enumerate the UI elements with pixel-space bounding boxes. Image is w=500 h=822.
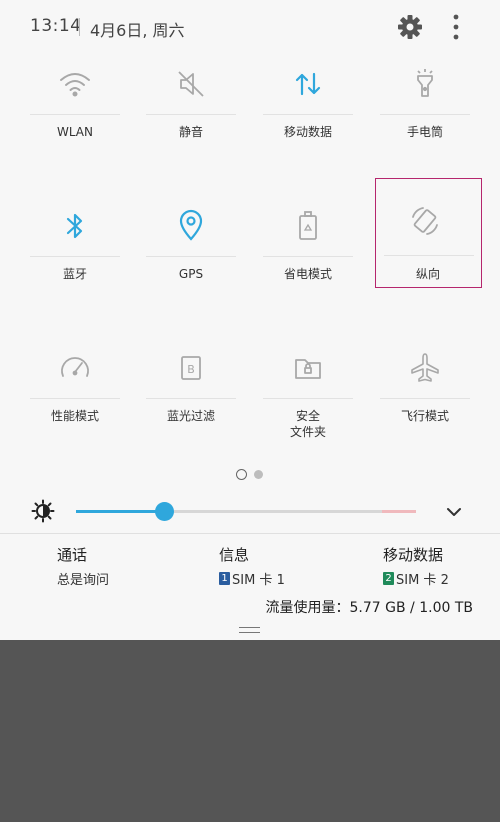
tile-divider — [380, 398, 470, 399]
tile-mute[interactable]: 静音 — [132, 54, 250, 172]
tile-power-saving[interactable]: 省电模式 — [249, 196, 367, 314]
tile-divider — [30, 114, 120, 115]
bluetooth-icon — [66, 213, 83, 239]
tile-divider — [263, 256, 353, 257]
tile-gps[interactable]: GPS — [132, 196, 250, 314]
mute-icon — [178, 71, 204, 97]
brightness-slider[interactable] — [76, 510, 416, 513]
tile-divider — [146, 114, 236, 115]
svg-text:B: B — [187, 363, 195, 376]
status-bar: 13:14 4月6日, 周六 — [0, 0, 500, 54]
tile-bluetooth[interactable]: 蓝牙 — [16, 196, 134, 314]
brightness-high-zone — [382, 510, 416, 513]
tile-divider — [380, 114, 470, 115]
blue-light-filter-icon: B — [181, 356, 201, 380]
tile-divider — [146, 256, 236, 257]
brightness-thumb[interactable] — [154, 502, 174, 521]
tile-secure-folder[interactable]: 安全 文件夹 — [249, 338, 367, 456]
tile-label: 蓝牙 — [62, 267, 87, 281]
brightness-control — [0, 496, 500, 526]
tile-label: GPS — [178, 267, 204, 281]
gear-icon[interactable] — [396, 13, 424, 41]
tile-label: 性能模式 — [50, 409, 99, 423]
tile-divider — [263, 398, 353, 399]
brightness-icon — [31, 499, 55, 523]
tile-mobile-data[interactable]: 移动数据 — [249, 54, 367, 172]
status-separator — [79, 18, 80, 36]
tile-label: WLAN — [56, 125, 93, 139]
date: 4月6日, 周六 — [90, 21, 185, 40]
page-indicator — [234, 468, 274, 482]
tile-divider — [146, 398, 236, 399]
wifi-icon — [60, 73, 90, 97]
tile-portrait-selected[interactable]: 纵向 — [375, 178, 482, 288]
tile-divider — [263, 114, 353, 115]
sim-message-title: 信息 — [219, 546, 250, 564]
sim-data-value: SIM 卡 2 — [396, 573, 449, 588]
tile-label: 手电筒 — [406, 125, 443, 139]
page-dot-current[interactable] — [236, 469, 247, 480]
data-usage-text[interactable]: 流量使用量：5.77 GB / 1.00 TB — [266, 597, 473, 617]
tile-label: 安全 文件夹 — [289, 409, 326, 439]
speedometer-icon — [61, 357, 89, 377]
sim-message-setting[interactable]: 信息 1 SIM 卡 1 — [219, 544, 285, 588]
tile-label: 省电模式 — [283, 267, 332, 281]
tile-wlan[interactable]: WLAN — [16, 54, 134, 172]
tile-divider — [30, 398, 120, 399]
tile-label: 静音 — [178, 125, 203, 139]
flashlight-icon — [417, 69, 433, 97]
tile-label: 移动数据 — [283, 125, 332, 139]
chevron-down-icon[interactable] — [444, 502, 464, 522]
tile-performance-mode[interactable]: 性能模式 — [16, 338, 134, 456]
section-divider — [0, 533, 500, 534]
sim-data-setting[interactable]: 移动数据 2 SIM 卡 2 — [383, 544, 449, 588]
tile-label: 蓝光过滤 — [166, 409, 215, 423]
tile-flashlight[interactable]: 手电筒 — [366, 54, 484, 172]
sim-call-title: 通话 — [57, 546, 88, 564]
tile-blue-light-filter[interactable]: B 蓝光过滤 — [132, 338, 250, 456]
quick-settings-panel: 13:14 4月6日, 周六 WLAN 静音 移动数据 手电筒 蓝牙 GPS 省… — [0, 0, 500, 640]
drag-handle[interactable] — [239, 627, 260, 633]
tile-label: 飞行模式 — [400, 409, 449, 423]
sim-2-badge: 2 — [383, 572, 394, 585]
more-options-icon[interactable] — [446, 12, 466, 42]
sim-1-badge: 1 — [219, 572, 230, 585]
airplane-icon — [411, 353, 439, 382]
sim-call-setting[interactable]: 通话 总是询问 — [57, 544, 109, 588]
brightness-fill — [76, 510, 165, 513]
secure-folder-icon — [295, 359, 321, 379]
page-dot[interactable] — [254, 470, 263, 479]
tile-label: 纵向 — [415, 267, 440, 281]
sim-message-value: SIM 卡 1 — [232, 573, 285, 588]
location-icon — [179, 209, 203, 241]
mobile-data-icon — [295, 72, 321, 96]
sim-data-title: 移动数据 — [383, 546, 444, 564]
tile-airplane-mode[interactable]: 飞行模式 — [366, 338, 484, 456]
battery-saver-icon — [299, 211, 317, 240]
sim-call-value: 总是询问 — [57, 573, 110, 588]
tile-divider — [384, 255, 474, 256]
rotate-icon — [412, 207, 438, 235]
tile-divider — [30, 256, 120, 257]
clock: 13:14 — [30, 16, 82, 36]
